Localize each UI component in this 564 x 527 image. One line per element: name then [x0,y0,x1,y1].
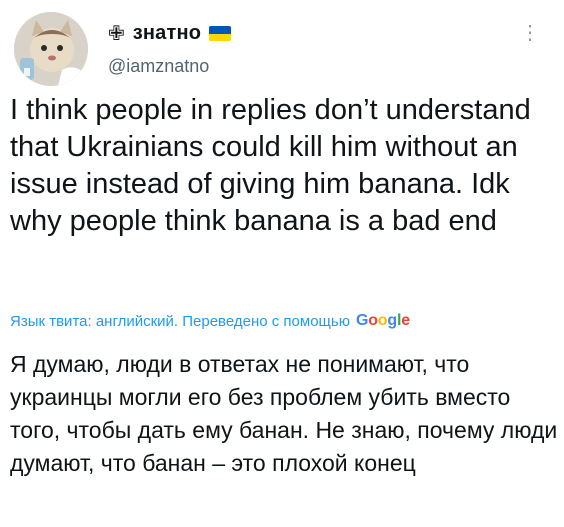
translated-tweet-text: Я думаю, люди в ответах не понимают, что… [10,351,558,476]
author-handle[interactable]: @iamznatno [108,56,209,77]
avatar-cat-image [14,12,88,86]
google-logo-letter: o [368,312,378,329]
translation-label: Язык твита: английский. Переведено с пом… [10,312,350,330]
avatar[interactable] [14,12,88,86]
google-logo-letter: g [387,312,397,329]
google-logo: Google [356,312,410,330]
google-logo-letter: e [401,312,410,329]
tweet-card: ✙ знатно @iamznatno ⋮ I think people in … [0,0,564,527]
flag-stripe-yellow [209,33,232,41]
tweet-header: ✙ знатно @iamznatno ⋮ [8,8,556,86]
google-logo-letter: o [377,312,388,329]
tweet-text: I think people in replies don’t understa… [10,94,531,237]
ukraine-flag-icon [209,26,232,41]
translation-notice[interactable]: Язык твита: английский. Переведено с пом… [10,312,410,330]
google-logo-letter: G [355,312,369,329]
author-name-row[interactable]: ✙ знатно [108,22,232,45]
flag-stripe-blue [209,26,232,34]
more-vertical-icon[interactable]: ⋮ [520,23,540,43]
cross-emoji-icon: ✙ [108,22,125,45]
author-display-name[interactable]: знатно [133,22,201,45]
